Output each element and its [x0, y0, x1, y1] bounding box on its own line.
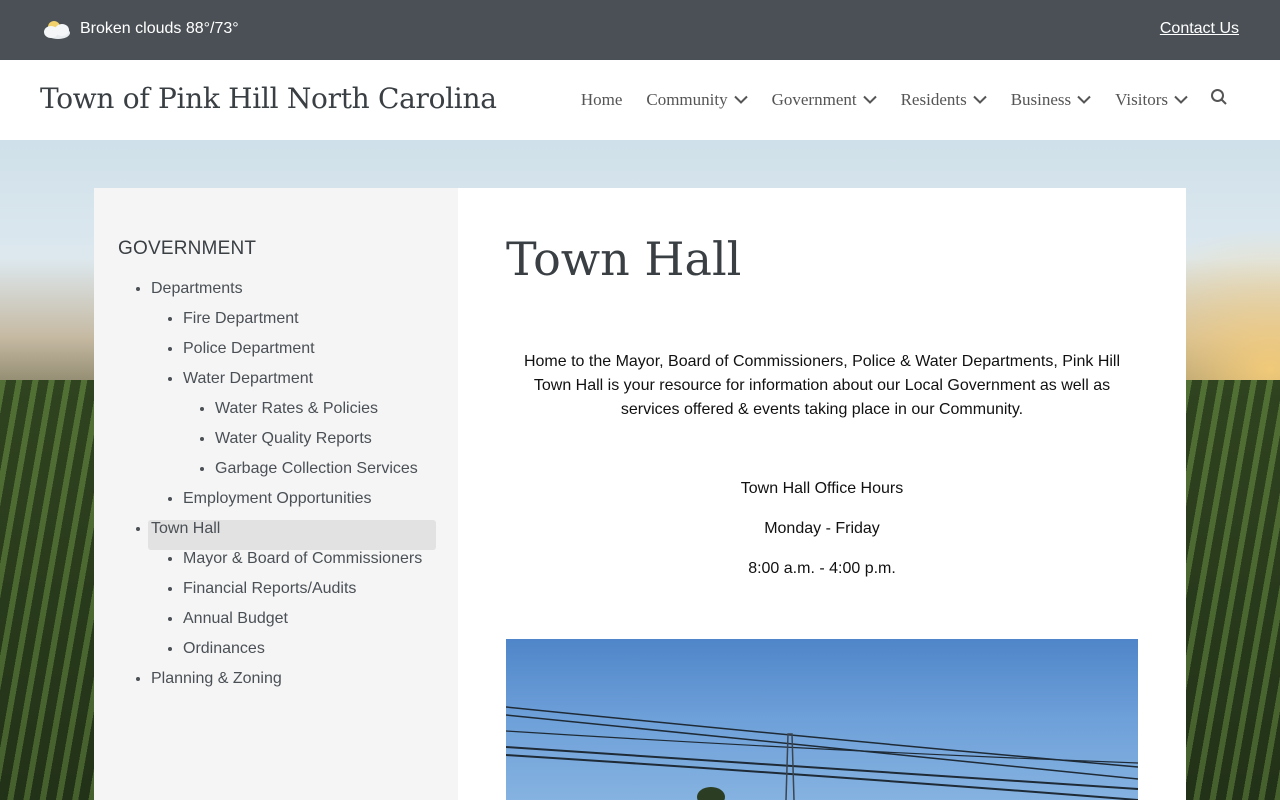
- nav-label: Government: [771, 89, 857, 109]
- sidebar-sublist: Fire Department Police Department Water …: [151, 304, 436, 514]
- main-nav: Home Community Government Residents Busi…: [581, 88, 1228, 111]
- nav-label: Residents: [900, 89, 967, 109]
- chevron-down-icon: [862, 95, 877, 104]
- contact-us-link[interactable]: Contact Us: [1160, 20, 1239, 38]
- sidebar-item-town-hall[interactable]: Town Hall Mayor & Board of Commissioners…: [151, 514, 436, 664]
- office-hours-time: 8:00 a.m. - 4:00 p.m.: [748, 560, 896, 577]
- site-title[interactable]: Town of Pink Hill North Carolina: [40, 82, 497, 115]
- sidebar-item-police-department[interactable]: Police Department: [183, 334, 436, 364]
- town-hall-photo: [506, 639, 1138, 800]
- sidebar-item-label: Mayor & Board of Commissioners: [183, 550, 423, 567]
- sidebar-sublist: Water Rates & Policies Water Quality Rep…: [183, 394, 436, 484]
- intro-paragraph: Home to the Mayor, Board of Commissioner…: [523, 353, 1121, 418]
- site-header: Town of Pink Hill North Carolina Home Co…: [0, 60, 1280, 140]
- weather-widget: Broken clouds 88°/73°: [40, 18, 239, 40]
- sidebar-heading: GOVERNMENT: [118, 238, 257, 259]
- sidebar-item-label: Police Department: [183, 340, 315, 357]
- nav-item-visitors[interactable]: Visitors: [1115, 90, 1188, 110]
- search-icon: [1210, 88, 1228, 111]
- nav-label: Visitors: [1115, 89, 1168, 109]
- sidebar-item-garbage-collection[interactable]: Garbage Collection Services: [215, 454, 436, 484]
- sidebar-item-label: Fire Department: [183, 310, 299, 327]
- top-bar: Broken clouds 88°/73° Contact Us: [0, 0, 1280, 60]
- sidebar-item-planning-zoning[interactable]: Planning & Zoning: [151, 664, 436, 694]
- sidebar-nav: GOVERNMENT Departments Fire Department P…: [94, 188, 458, 800]
- sidebar-item-fire-department[interactable]: Fire Department: [183, 304, 436, 334]
- sidebar-item-financial-reports[interactable]: Financial Reports/Audits: [183, 574, 436, 604]
- chevron-down-icon: [1077, 95, 1091, 104]
- nav-label: Home: [580, 89, 623, 109]
- sidebar-item-label: Garbage Collection Services: [215, 460, 418, 477]
- sidebar-item-label: Departments: [151, 280, 243, 297]
- search-button[interactable]: [1210, 88, 1228, 111]
- sidebar-item-employment[interactable]: Employment Opportunities: [183, 484, 436, 514]
- sidebar-item-water-rates[interactable]: Water Rates & Policies: [215, 394, 436, 424]
- sidebar-item-departments[interactable]: Departments Fire Department Police Depar…: [151, 274, 436, 514]
- nav-label: Business: [1010, 89, 1072, 109]
- sidebar-item-label: Planning & Zoning: [151, 670, 282, 687]
- office-hours-days: Monday - Friday: [764, 520, 880, 537]
- nav-item-home[interactable]: Home: [581, 90, 623, 110]
- page-title: Town Hall: [506, 232, 742, 286]
- weather-text: Broken clouds 88°/73°: [80, 20, 239, 37]
- sidebar-sublist: Mayor & Board of Commissioners Financial…: [151, 544, 436, 664]
- sidebar-item-label: Water Department: [183, 370, 314, 387]
- sidebar-item-label: Annual Budget: [183, 610, 288, 627]
- nav-item-business[interactable]: Business: [1011, 90, 1091, 110]
- nav-item-government[interactable]: Government: [772, 90, 877, 110]
- chevron-down-icon: [733, 95, 748, 104]
- main-content: Town Hall Home to the Mayor, Board of Co…: [458, 188, 1186, 800]
- chevron-down-icon: [972, 95, 987, 104]
- sidebar-item-mayor-board[interactable]: Mayor & Board of Commissioners: [183, 544, 436, 574]
- sidebar-item-label: Town Hall: [151, 520, 221, 537]
- nav-label: Community: [646, 89, 728, 109]
- sidebar-item-label: Water Rates & Policies: [215, 400, 379, 417]
- sidebar-item-water-department[interactable]: Water Department Water Rates & Policies …: [183, 364, 436, 484]
- sidebar-item-label: Employment Opportunities: [183, 490, 372, 507]
- sidebar-item-label: Ordinances: [183, 640, 265, 657]
- sidebar-item-water-quality[interactable]: Water Quality Reports: [215, 424, 436, 454]
- nav-item-community[interactable]: Community: [646, 89, 748, 110]
- sidebar-item-ordinances[interactable]: Ordinances: [183, 634, 436, 664]
- office-hours-heading: Town Hall Office Hours: [740, 480, 904, 497]
- sidebar-item-label: Financial Reports/Audits: [183, 580, 357, 597]
- sidebar-item-label: Water Quality Reports: [215, 430, 372, 447]
- nav-item-residents[interactable]: Residents: [901, 90, 987, 110]
- chevron-down-icon: [1174, 95, 1188, 104]
- cloud-sun-icon: [40, 18, 72, 40]
- sidebar-list: Departments Fire Department Police Depar…: [118, 274, 436, 694]
- sidebar-item-annual-budget[interactable]: Annual Budget: [183, 604, 436, 634]
- power-lines-illustration: [506, 706, 1138, 800]
